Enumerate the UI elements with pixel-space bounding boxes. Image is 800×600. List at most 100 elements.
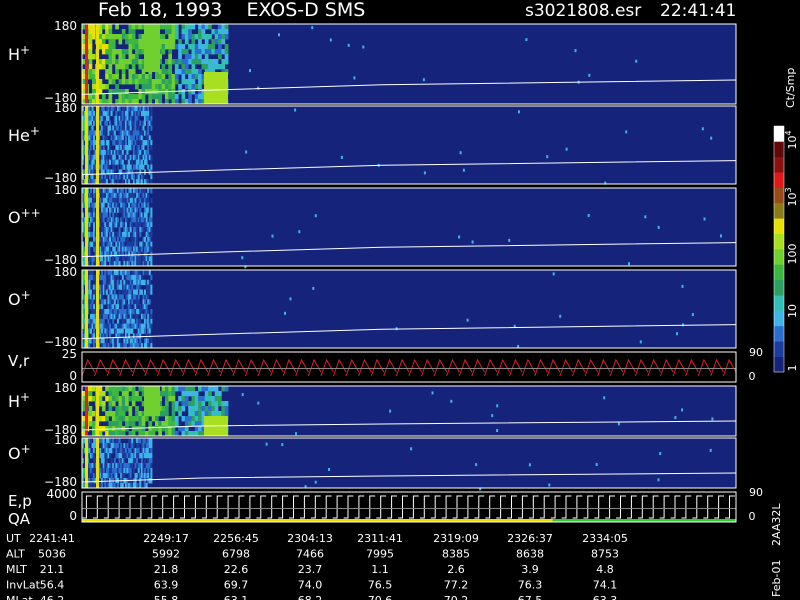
heatmap-cell [168, 29, 172, 35]
heatmap-cell [121, 49, 126, 55]
heatmap-cell [117, 304, 119, 310]
panel-ion-label: H+ [8, 43, 30, 64]
heatmap-cell [112, 241, 115, 247]
heatmap-speck [347, 43, 350, 47]
heatmap-cell [142, 125, 145, 131]
heatmap-cell [98, 84, 103, 90]
heatmap-cell [218, 391, 222, 397]
heatmap-cell [155, 426, 159, 432]
bright-stripe [85, 270, 88, 348]
heatmap-cell [88, 59, 93, 65]
heatmap-cell [174, 44, 179, 50]
heatmap-cell [125, 64, 129, 70]
right-tick-bottom: 0 [749, 370, 756, 383]
heatmap-speck [314, 214, 317, 218]
heatmap-cell [188, 84, 192, 90]
heatmap-cell [194, 416, 199, 422]
heatmap-cell [105, 29, 109, 35]
heatmap-speck [681, 284, 684, 288]
heatmap-cell [118, 386, 123, 392]
heatmap-cell [171, 84, 176, 90]
heatmap-cell [204, 59, 209, 65]
heatmap-cell [188, 411, 192, 417]
ephemeris-cell: 3.9 [521, 563, 539, 576]
heatmap-cell [115, 386, 119, 392]
heatmap-cell [134, 202, 137, 208]
heatmap-cell [101, 270, 104, 276]
heatmap-cell [137, 468, 140, 474]
heatmap-cell [107, 473, 110, 479]
heatmap-cell [161, 391, 166, 397]
heatmap-cell [125, 222, 127, 228]
heatmap-cell [99, 236, 102, 243]
heatmap-cell [208, 24, 212, 30]
heatmap-cell [211, 401, 216, 407]
heatmap-cell [188, 401, 192, 407]
heatmap-cell [144, 313, 146, 320]
heatmap-cell [191, 411, 196, 417]
heatmap-cell [188, 34, 192, 40]
heatmap-cell [137, 110, 140, 117]
heatmap-cell [168, 54, 172, 60]
heatmap-cell [188, 416, 192, 422]
heatmap-cell [91, 270, 94, 276]
heatmap-cell [155, 421, 159, 427]
heatmap-cell [131, 256, 134, 262]
heatmap-cell [224, 401, 229, 407]
ephemeris-row-label: UT [6, 532, 21, 545]
heatmap-cell [98, 39, 103, 45]
heatmap-cell [174, 94, 179, 100]
heatmap-cell [131, 236, 134, 243]
heatmap-cell [208, 401, 212, 407]
heatmap-cell [168, 49, 172, 55]
heatmap-cell [158, 426, 162, 432]
heatmap-cell [125, 34, 129, 40]
heatmap-cell [121, 34, 126, 40]
heatmap-cell [198, 39, 202, 45]
heatmap-cell [188, 69, 192, 75]
heatmap-cell [105, 24, 109, 30]
heatmap-cell [188, 54, 192, 60]
heatmap-speck [362, 45, 365, 49]
heatmap-cell [128, 270, 131, 276]
heatmap-cell [144, 458, 146, 464]
heatmap-cell [98, 24, 103, 30]
heatmap-cell [150, 458, 153, 464]
heatmap-cell [125, 396, 129, 402]
heatmap-cell [136, 338, 139, 344]
heatmap-cell [171, 421, 176, 427]
heatmap-cell [118, 411, 123, 417]
heatmap-cell [117, 202, 119, 208]
ephemeris-cell: 2319:09 [433, 532, 479, 545]
heatmap-cell [108, 54, 113, 60]
heatmap-cell [150, 125, 153, 131]
heatmap-cell [110, 458, 113, 464]
heatmap-cell [211, 64, 216, 70]
heatmap-cell [142, 217, 145, 223]
heatmap-cell [142, 227, 145, 233]
heatmap-cell [221, 49, 226, 55]
heatmap-cell [174, 386, 179, 392]
heatmap-speck [410, 447, 413, 451]
heatmap-cell [105, 231, 108, 238]
ephemeris-cell: 63.9 [154, 579, 179, 592]
heatmap-speck [720, 234, 722, 238]
heatmap-cell [102, 115, 105, 122]
heatmap-cell [115, 406, 119, 412]
heatmap-cell [108, 401, 113, 407]
heatmap-speck [353, 76, 356, 80]
heatmap-cell [101, 256, 104, 262]
heatmap-cell [148, 279, 151, 286]
panel-4: O+180−180 [8, 265, 737, 349]
heatmap-speck [471, 240, 474, 244]
heatmap-cell [93, 197, 96, 204]
heatmap-cell [191, 391, 196, 397]
heatmap-cell [208, 396, 212, 402]
heatmap-cell [118, 231, 121, 238]
heatmap-cell [165, 386, 169, 392]
heatmap-cell [165, 69, 169, 75]
heatmap-cell [188, 89, 192, 95]
heatmap-cell [150, 453, 153, 459]
heatmap-cell [188, 406, 192, 412]
heatmap-cell [136, 241, 139, 247]
